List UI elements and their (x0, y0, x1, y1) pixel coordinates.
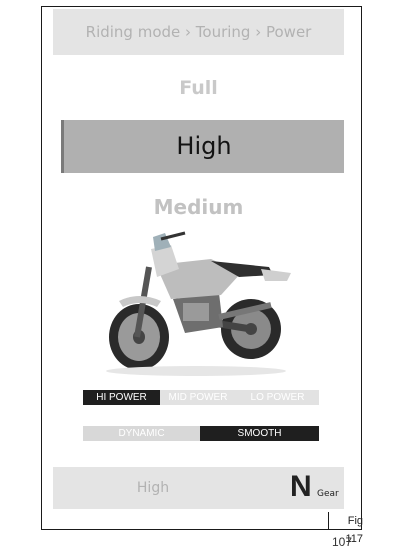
smooth-response-button[interactable]: SMOOTH (200, 426, 319, 441)
dynamic-response-button[interactable]: DYNAMIC (83, 426, 200, 441)
motorcycle-image (106, 231, 291, 376)
gear-indicator: N (290, 470, 312, 503)
mode-option-full[interactable]: Full (53, 77, 344, 99)
status-bar: High N Gear (53, 467, 344, 509)
lo-power-button[interactable]: LO POWER (236, 390, 319, 405)
selected-mode-bar[interactable]: High (61, 120, 344, 173)
selected-mode-label: High (176, 132, 232, 160)
page-number: 107 (332, 535, 353, 549)
hi-power-button[interactable]: HI POWER (83, 390, 160, 405)
breadcrumb: Riding mode › Touring › Power (53, 9, 344, 55)
mid-power-button[interactable]: MID POWER (160, 390, 236, 405)
gear-label: Gear (317, 489, 339, 499)
status-mode: High (136, 480, 170, 496)
dashboard-screen: Riding mode › Touring › Power Full High … (53, 9, 344, 509)
mode-option-medium[interactable]: Medium (53, 195, 344, 219)
figure-label: Fig 117 (328, 512, 363, 545)
